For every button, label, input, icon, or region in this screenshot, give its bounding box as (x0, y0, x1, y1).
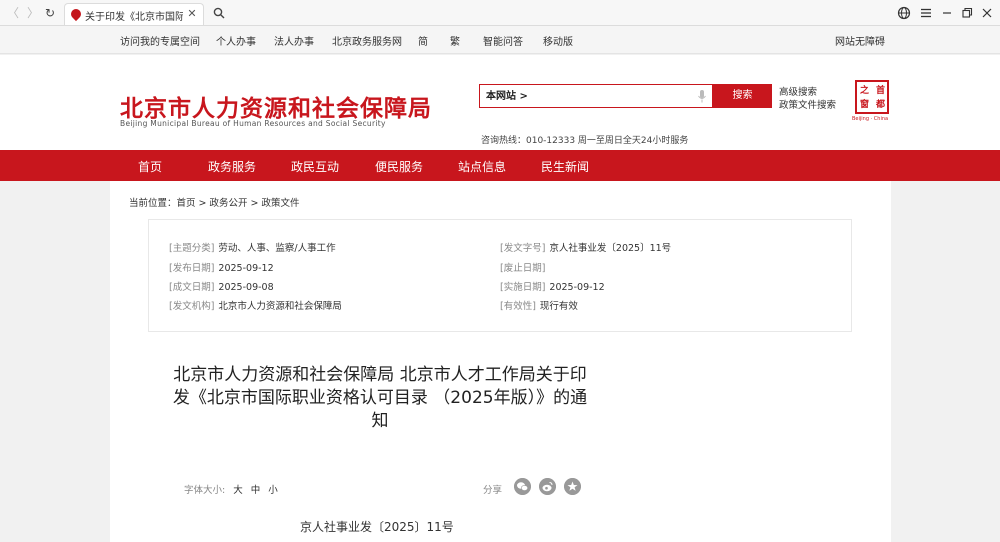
browser-toolbar: 〈 〉 ↻ 关于印发《北京市国际职业资 ✕ (0, 0, 1000, 26)
breadcrumb-path[interactable]: 首页 > 政务公开 > 政策文件 (177, 198, 300, 209)
site-favicon-icon (68, 6, 84, 22)
nav-item-news[interactable]: 民生新闻 (541, 158, 589, 175)
font-size-medium[interactable]: 中 (251, 485, 261, 496)
document-title: 北京市人力资源和社会保障局 北京市人才工作局关于印发《北京市国际职业资格认可目录… (172, 365, 588, 431)
meta-row: [实施日期] 2025-09-12 (500, 279, 605, 293)
meta-key-effective-date: [实施日期] (500, 282, 546, 293)
search-button[interactable]: 搜索 (713, 84, 772, 108)
main-nav: 首页 政务服务 政民互动 便民服务 站点信息 民生新闻 (0, 150, 1000, 181)
font-size-label: 字体大小: (184, 485, 226, 496)
meta-row: [发文字号] 京人社事业发〔2025〕11号 (500, 240, 671, 254)
topbar-link-my-space[interactable]: 访问我的专属空间 (120, 33, 200, 48)
search-input[interactable] (486, 89, 686, 100)
meta-value-validity: 现行有效 (539, 301, 578, 312)
seal-char: 窗 (860, 100, 870, 110)
topbar-link-qa[interactable]: 智能问答 (483, 33, 523, 48)
breadcrumb-label: 当前位置： (129, 198, 177, 209)
meta-key-topic: [主题分类] (169, 243, 215, 254)
close-tab-icon[interactable]: ✕ (185, 7, 199, 21)
meta-value-effective-date: 2025-09-12 (549, 282, 605, 293)
globe-icon[interactable] (895, 4, 913, 22)
meta-value-publish-date: 2025-09-12 (218, 263, 274, 274)
browser-tab[interactable]: 关于印发《北京市国际职业资 ✕ (64, 3, 204, 25)
site-logo-title[interactable]: 北京市人力资源和社会保障局 (120, 89, 432, 123)
advanced-search-link[interactable]: 高级搜索 (779, 84, 817, 98)
breadcrumb: 当前位置：首页 > 政务公开 > 政策文件 (129, 195, 300, 209)
topbar-link-traditional[interactable]: 繁 (450, 33, 460, 48)
font-size-large[interactable]: 大 (233, 485, 243, 496)
meta-value-issuer: 北京市人力资源和社会保障局 (218, 301, 342, 312)
meta-key-doc-number: [发文字号] (500, 243, 546, 254)
site-logo-subtitle: Beijing Municipal Bureau of Human Resour… (120, 119, 386, 128)
microphone-icon[interactable] (698, 90, 706, 103)
seal-char: 首 (876, 86, 886, 96)
nav-item-gov-services[interactable]: 政务服务 (208, 158, 256, 175)
document-number: 京人社事业发〔2025〕11号 (300, 520, 454, 534)
topbar-link-personal[interactable]: 个人办事 (216, 33, 256, 48)
meta-value-topic: 劳动、人事、监察/人事工作 (218, 243, 336, 254)
tab-title: 关于印发《北京市国际职业资 (85, 12, 183, 23)
top-utility-bar: 访问我的专属空间 个人办事 法人办事 北京政务服务网 简 繁 智能问答 移动版 … (0, 26, 1000, 54)
meta-key-publish-date: [发布日期] (169, 263, 215, 274)
favorite-star-icon[interactable] (564, 478, 581, 495)
meta-row: [有效性] 现行有效 (500, 298, 578, 312)
topbar-link-gov-service[interactable]: 北京政务服务网 (332, 33, 402, 48)
site-header: 北京市人力资源和社会保障局 Beijing Municipal Bureau o… (0, 55, 1000, 150)
nav-item-interaction[interactable]: 政民互动 (291, 158, 339, 175)
font-size-switcher: 字体大小: 大中小 (184, 482, 278, 496)
back-icon[interactable]: 〈 (6, 6, 20, 20)
hotline-text: 咨询热线：010-12333 周一至周日全天24小时服务 (481, 136, 689, 146)
meta-row: [发布日期] 2025-09-12 (169, 260, 274, 274)
wechat-icon[interactable] (514, 478, 531, 495)
meta-row: [成文日期] 2025-09-08 (169, 279, 274, 293)
minimize-icon[interactable] (938, 4, 956, 22)
article-container: 当前位置：首页 > 政务公开 > 政策文件 [主题分类] 劳动、人事、监察/人事工… (110, 181, 891, 542)
weibo-icon[interactable] (539, 478, 556, 495)
share-label: 分享 (483, 485, 503, 496)
meta-key-issuer: [发文机构] (169, 301, 215, 312)
seal-char: 都 (876, 100, 886, 110)
nav-item-home[interactable]: 首页 (138, 158, 162, 175)
menu-icon[interactable] (917, 4, 935, 22)
topbar-link-simplified[interactable]: 简 (418, 33, 428, 48)
topbar-link-mobile[interactable]: 移动版 (543, 33, 573, 48)
search-box[interactable] (479, 84, 713, 108)
meta-key-validity: [有效性] (500, 301, 536, 312)
topbar-link-corporate[interactable]: 法人办事 (274, 33, 314, 48)
policy-search-link[interactable]: 政策文件搜索 (779, 97, 836, 111)
meta-row: [主题分类] 劳动、人事、监察/人事工作 (169, 240, 336, 254)
meta-key-repeal-date: [废止日期] (500, 263, 546, 274)
document-meta-box: [主题分类] 劳动、人事、监察/人事工作 [发布日期] 2025-09-12 [成文… (148, 219, 852, 332)
forward-icon[interactable]: 〉 (26, 6, 40, 20)
seal-char: 之 (860, 86, 870, 96)
topbar-link-accessibility[interactable]: 网站无障碍 (835, 33, 885, 48)
meta-key-written-date: [成文日期] (169, 282, 215, 293)
meta-row: [废止日期] (500, 260, 549, 274)
nav-item-convenience[interactable]: 便民服务 (375, 158, 423, 175)
capital-window-logo[interactable]: 首 都 之 窗 (855, 80, 889, 114)
nav-item-site-info[interactable]: 站点信息 (458, 158, 506, 175)
close-window-icon[interactable] (978, 4, 996, 22)
seal-subtitle: Beijing · China (852, 116, 889, 122)
tab-search-icon[interactable] (212, 6, 226, 20)
font-size-small[interactable]: 小 (268, 485, 278, 496)
meta-row: [发文机构] 北京市人力资源和社会保障局 (169, 298, 342, 312)
meta-value-written-date: 2025-09-08 (218, 282, 274, 293)
restore-icon[interactable] (958, 4, 976, 22)
meta-value-doc-number: 京人社事业发〔2025〕11号 (549, 243, 672, 254)
reload-icon[interactable]: ↻ (43, 6, 57, 20)
